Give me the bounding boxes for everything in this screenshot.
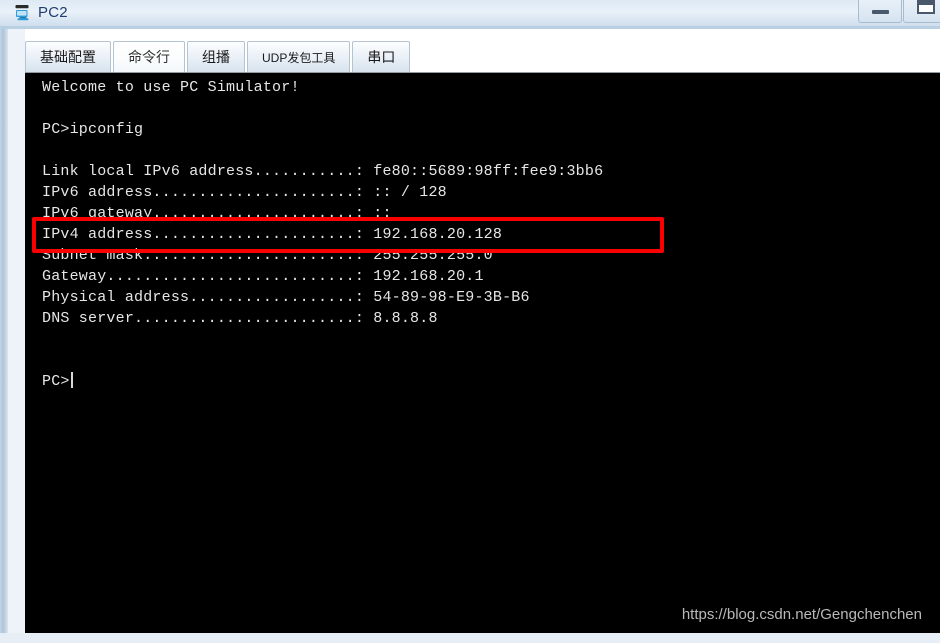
tab-1[interactable]: 命令行: [113, 41, 185, 72]
window-titlebar[interactable]: PC2: [0, 0, 940, 26]
pc-monitor-icon: [14, 4, 32, 22]
command-line-terminal[interactable]: Welcome to use PC Simulator! PC>ipconfig…: [25, 72, 940, 633]
window-frame-left-edge: [0, 0, 8, 643]
terminal-line: DNS server........................: 8.8.…: [42, 310, 438, 327]
terminal-output: Welcome to use PC Simulator! PC>ipconfig…: [42, 77, 603, 392]
terminal-line: IPv6 gateway......................: ::: [42, 205, 392, 222]
terminal-line: Gateway...........................: 192.…: [42, 268, 484, 285]
text-cursor: [70, 372, 73, 388]
terminal-line: IPv4 address......................: 192.…: [42, 226, 503, 243]
minimize-button[interactable]: [858, 0, 902, 23]
terminal-line: Welcome to use PC Simulator!: [42, 79, 300, 96]
minimize-icon: [872, 10, 889, 14]
tab-0[interactable]: 基础配置: [25, 41, 111, 72]
watermark-text: https://blog.csdn.net/Gengchenchen: [681, 606, 922, 623]
tab-2[interactable]: 组播: [187, 41, 245, 72]
terminal-line: Subnet mask.......................: 255.…: [42, 247, 493, 264]
terminal-line: PC>ipconfig: [42, 121, 144, 138]
terminal-line: PC>: [42, 371, 603, 392]
tab-3[interactable]: UDP发包工具: [247, 41, 351, 72]
window-frame-bottom-edge: [0, 633, 940, 643]
terminal-line: IPv6 address......................: :: /…: [42, 184, 447, 201]
terminal-line: Physical address..................: 54-8…: [42, 289, 530, 306]
window-title-area: PC2: [14, 0, 68, 26]
window-title-text: PC2: [38, 4, 68, 21]
pc-simulator-window: PC2 基础配置 命令行 组播 UDP发包工具 串口 Welcome to use PC…: [0, 0, 940, 643]
window-frame-inner-left: [8, 24, 25, 643]
terminal-line: Link local IPv6 address...........: fe80…: [42, 163, 604, 180]
tab-4[interactable]: 串口: [352, 41, 411, 72]
maximize-icon: [917, 0, 935, 14]
maximize-button[interactable]: [903, 0, 940, 23]
tab-bar: 基础配置 命令行 组播 UDP发包工具 串口: [25, 40, 412, 72]
